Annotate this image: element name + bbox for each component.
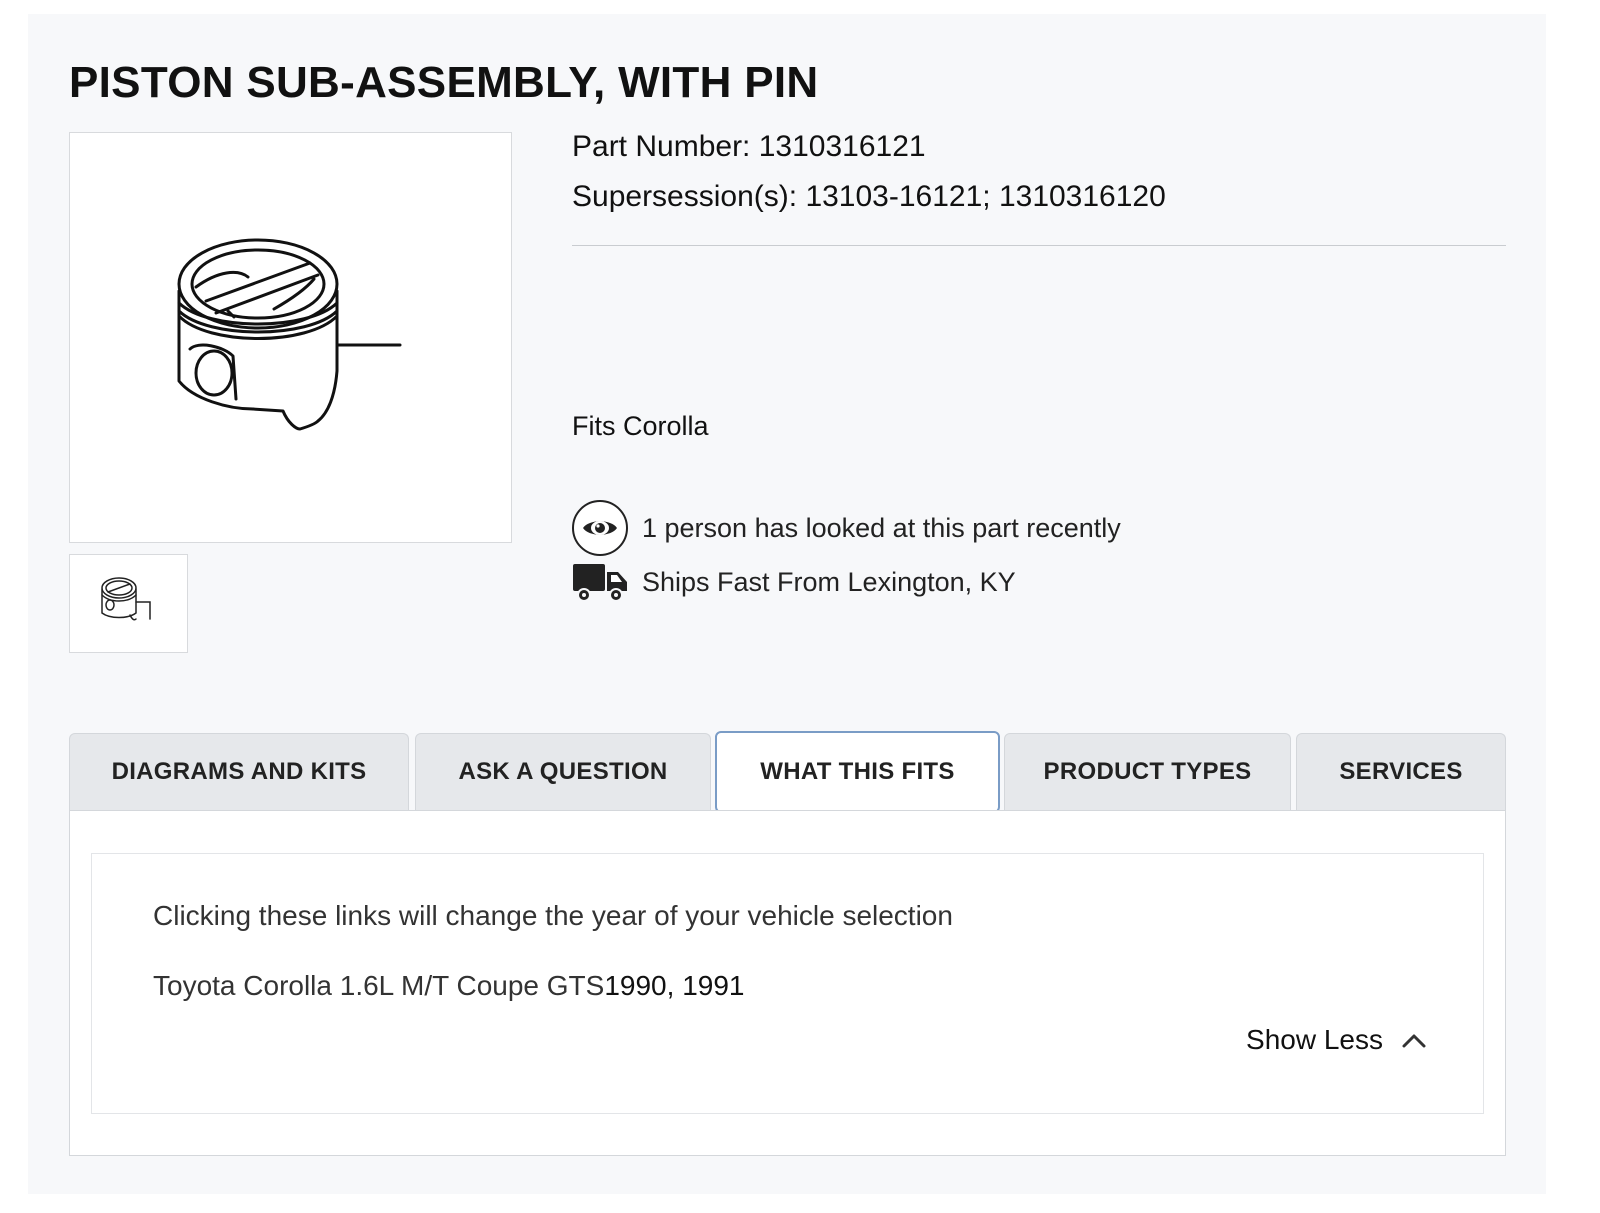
product-tabs: DIAGRAMS AND KITS ASK A QUESTION WHAT TH… (69, 731, 1506, 813)
supersession-label: Supersession(s): (572, 180, 798, 213)
info-divider (572, 245, 1506, 246)
eye-icon (572, 500, 628, 556)
piston-illustration (177, 238, 402, 431)
tab-ask-a-question[interactable]: ASK A QUESTION (415, 733, 711, 810)
year-link-1991[interactable]: 1991 (682, 970, 744, 1001)
part-number-value: 1310316121 (758, 130, 926, 163)
shipping-text: Ships Fast From Lexington, KY (642, 566, 1016, 597)
main-product-image[interactable] (69, 132, 512, 543)
fitment-card: Clicking these links will change the yea… (91, 853, 1484, 1114)
truck-icon (572, 560, 628, 604)
supersession-value: 13103-16121; 1310316120 (805, 180, 1166, 213)
vehicle-name: Toyota Corolla 1.6L M/T Coupe GTS (153, 970, 605, 1001)
tab-what-this-fits[interactable]: WHAT THIS FITS (715, 731, 1000, 813)
supersessions: Supersession(s): 13103-16121; 1310316120 (572, 180, 1166, 214)
fitment-row: Toyota Corolla 1.6L M/T Coupe GTS1990, 1… (153, 970, 744, 1002)
year-link-1990[interactable]: 1990 (604, 970, 666, 1001)
tab-diagrams-and-kits[interactable]: DIAGRAMS AND KITS (69, 733, 409, 810)
shipping-row: Ships Fast From Lexington, KY (572, 560, 1016, 604)
chevron-up-icon (1401, 1031, 1427, 1049)
tab-panel-what-this-fits: Clicking these links will change the yea… (69, 810, 1506, 1156)
page-title: PISTON SUB-ASSEMBLY, WITH PIN (69, 58, 819, 107)
piston-thumbnail-icon (101, 577, 151, 621)
part-number-label: Part Number: (572, 130, 751, 163)
tab-product-types[interactable]: PRODUCT TYPES (1004, 733, 1291, 810)
views-row: 1 person has looked at this part recentl… (572, 500, 1121, 556)
year-separator: , (666, 970, 683, 1001)
part-number: Part Number: 1310316121 (572, 130, 926, 164)
fits-text: Fits Corolla (572, 411, 709, 441)
views-text: 1 person has looked at this part recentl… (642, 512, 1121, 543)
show-less-button[interactable]: Show Less (1246, 1024, 1427, 1056)
thumbnail-image[interactable] (69, 554, 188, 653)
show-less-label: Show Less (1246, 1024, 1383, 1055)
fitment-hint: Clicking these links will change the yea… (153, 900, 953, 931)
tab-services[interactable]: SERVICES (1296, 733, 1506, 810)
